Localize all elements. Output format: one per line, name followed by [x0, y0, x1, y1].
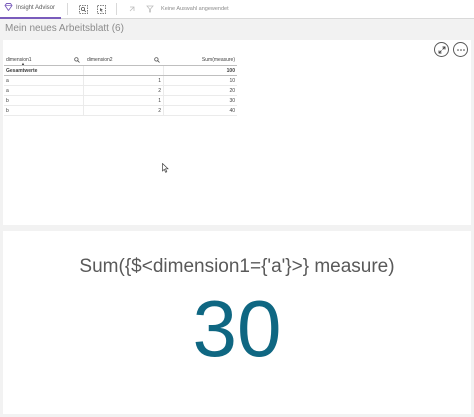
- insight-advisor-icon: [4, 3, 13, 13]
- totals-label: Gesamtwerte: [4, 66, 84, 75]
- column-header-label: dimension1: [6, 57, 32, 63]
- cell-dimension1[interactable]: b: [4, 96, 84, 105]
- cell-dimension1[interactable]: b: [4, 106, 84, 115]
- totals-empty-cell: [84, 66, 164, 75]
- cell-dimension1[interactable]: a: [4, 86, 84, 95]
- table-row: a 1 10: [4, 76, 237, 86]
- smart-search-icon[interactable]: [78, 4, 88, 14]
- selection-status-text: Keine Auswahl angewendet: [161, 6, 229, 12]
- insight-advisor-label: Insight Advisor: [16, 5, 56, 11]
- search-icon[interactable]: [74, 57, 80, 65]
- totals-row: Gesamtwerte 100: [4, 66, 237, 76]
- cell-dimension1[interactable]: a: [4, 76, 84, 85]
- data-table: dimension1 ▲ dimension2 Sum(measure) Ges…: [4, 55, 237, 116]
- more-icon: [456, 48, 465, 52]
- expand-icon: [438, 46, 446, 54]
- fullscreen-button[interactable]: [434, 42, 449, 57]
- kpi-panel: Sum({$<dimension1={'a'}>} measure) 30: [3, 231, 471, 414]
- mouse-cursor-icon: [162, 160, 169, 178]
- insight-advisor-button[interactable]: Insight Advisor: [0, 0, 62, 19]
- table-header-row: dimension1 ▲ dimension2 Sum(measure): [4, 55, 237, 66]
- column-header-dimension2[interactable]: dimension2: [84, 55, 164, 65]
- cell-dimension2[interactable]: 1: [84, 96, 164, 105]
- kpi-title: Sum({$<dimension1={'a'}>} measure): [79, 256, 395, 277]
- step-back-icon[interactable]: [127, 4, 137, 14]
- cell-measure: 30: [229, 97, 235, 104]
- cell-dimension2[interactable]: 2: [84, 86, 164, 95]
- toolbar-divider: [116, 3, 118, 15]
- table-row: b 2 40: [4, 106, 237, 116]
- cell-measure: 10: [229, 77, 235, 84]
- toolbar: Insight Advisor Keine Auswahl angewendet: [0, 0, 474, 19]
- toolbar-divider: [67, 3, 69, 15]
- clear-selections-icon[interactable]: [145, 4, 155, 14]
- totals-value: 100: [226, 67, 235, 74]
- table-row: b 1 30: [4, 96, 237, 106]
- column-header-measure[interactable]: Sum(measure): [164, 55, 237, 65]
- cell-measure: 20: [229, 87, 235, 94]
- table-row: a 2 20: [4, 86, 237, 96]
- cell-dimension2[interactable]: 1: [84, 76, 164, 85]
- search-icon[interactable]: [154, 57, 160, 65]
- selections-tool-icon[interactable]: [96, 4, 106, 14]
- column-header-label: Sum(measure): [201, 57, 235, 63]
- cell-measure: 40: [229, 107, 235, 114]
- kpi-value: 30: [192, 284, 282, 373]
- panel-actions: [434, 42, 468, 57]
- sheet-title: Mein neues Arbeitsblatt (6): [5, 23, 124, 34]
- cell-dimension2[interactable]: 2: [84, 106, 164, 115]
- more-options-button[interactable]: [453, 42, 468, 57]
- table-panel: dimension1 ▲ dimension2 Sum(measure) Ges…: [3, 40, 471, 225]
- column-header-dimension1[interactable]: dimension1 ▲: [4, 55, 84, 66]
- column-header-label: dimension2: [87, 57, 113, 63]
